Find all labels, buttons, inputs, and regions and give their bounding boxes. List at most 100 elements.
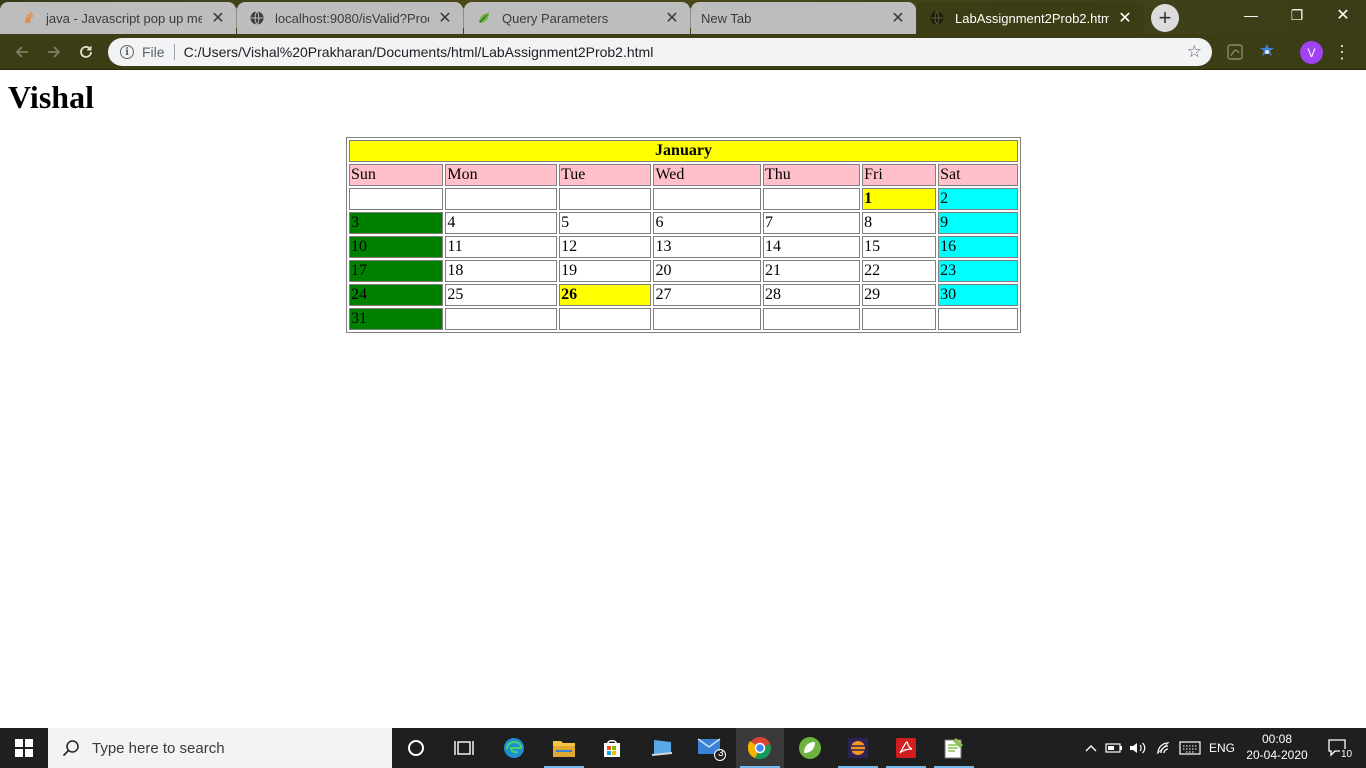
reload-button[interactable]: [72, 38, 100, 66]
volume-icon[interactable]: [1128, 728, 1148, 768]
calendar-day-cell: 13: [653, 236, 761, 258]
calendar-empty-cell: [445, 308, 558, 330]
chrome-icon[interactable]: [736, 728, 784, 768]
calendar-week-row: 24 25 26 27 28 29 30: [349, 284, 1018, 306]
windows-logo-icon: [15, 739, 33, 757]
calendar-day-cell: 24: [349, 284, 444, 306]
page-viewport: Vishal January Sun Mon Tue Wed Thu Fri Sat 123…: [0, 71, 1366, 728]
store-icon[interactable]: [588, 728, 636, 768]
weekday-header-sun: Sun: [349, 164, 444, 186]
calendar-day-cell: 3: [349, 212, 444, 234]
battery-icon[interactable]: [1104, 728, 1124, 768]
close-icon[interactable]: ✕: [664, 10, 680, 27]
tray-overflow-icon[interactable]: [1082, 728, 1100, 768]
tab-query-parameters[interactable]: Query Parameters ✕: [464, 2, 690, 34]
arrow-left-icon: [15, 46, 28, 58]
calendar-day-cell: 27: [653, 284, 761, 306]
calendar-week-row: 17 18 19 20 21 22 23: [349, 260, 1018, 282]
notifications-button[interactable]: 10: [1318, 728, 1358, 768]
tab-title: Query Parameters: [502, 10, 609, 26]
calendar-week-row: 3456789: [349, 212, 1018, 234]
calendar-day-cell: 8: [862, 212, 937, 234]
calendar-day-cell: 29: [862, 284, 937, 306]
restore-button[interactable]: ❐: [1274, 0, 1320, 30]
close-window-button[interactable]: ✕: [1320, 0, 1366, 30]
extension-puzzle-icon[interactable]: [1257, 42, 1277, 62]
task-view-icon[interactable]: [440, 728, 488, 768]
mail-badge: 3: [718, 748, 724, 759]
close-icon[interactable]: ✕: [890, 10, 906, 27]
close-icon[interactable]: ✕: [210, 10, 226, 27]
calendar-day-cell: 10: [349, 236, 444, 258]
calendar-day-cell: 14: [762, 236, 861, 258]
calendar-day-cell: 7: [762, 212, 861, 234]
bookmark-star-icon[interactable]: ☆: [1187, 42, 1202, 62]
calendar-day-cell: 9: [938, 212, 1018, 234]
keyboard-icon[interactable]: [1178, 728, 1202, 768]
calendar-day-cell: 11: [445, 236, 558, 258]
calendar-day-cell: 16: [938, 236, 1018, 258]
clock-time: 00:08: [1261, 732, 1293, 746]
weekday-header-mon: Mon: [445, 164, 558, 186]
calendar-month: January: [349, 140, 1018, 162]
tab-strip: java - Javascript pop up messa ✕ localho…: [0, 0, 1366, 34]
calendar-day-cell: 12: [559, 236, 652, 258]
tab-title: localhost:9080/isValid?Product: [275, 10, 429, 26]
weekday-header-sat: Sat: [938, 164, 1018, 186]
calendar-day-cell: 1: [862, 188, 937, 210]
cortana-icon[interactable]: [392, 728, 440, 768]
system-clock[interactable]: 00:08 20-04-2020: [1238, 731, 1316, 765]
calendar-day-cell: 31: [349, 308, 444, 330]
calendar-day-cell: 20: [653, 260, 761, 282]
forward-button[interactable]: [40, 38, 68, 66]
calendar-day-cell: 15: [862, 236, 937, 258]
language-indicator[interactable]: ENG: [1206, 728, 1238, 768]
calendar-day-cell: 30: [938, 284, 1018, 306]
file-explorer-icon[interactable]: [540, 728, 588, 768]
tab-lab-assignment[interactable]: LabAssignment2Prob2.html ✕: [917, 2, 1143, 34]
eclipse-icon[interactable]: [834, 728, 882, 768]
back-button[interactable]: [8, 38, 36, 66]
tab-stackoverflow[interactable]: java - Javascript pop up messa ✕: [0, 2, 236, 34]
omnibox-divider: [173, 44, 175, 60]
taskbar-search[interactable]: Type here to search: [48, 728, 392, 768]
notification-count: 10: [1340, 749, 1354, 760]
reload-icon: [80, 46, 92, 58]
spring-leaf-icon: [476, 10, 492, 26]
menu-kebab-icon[interactable]: ⋮: [1333, 40, 1351, 64]
search-placeholder: Type here to search: [92, 739, 225, 757]
windows-taskbar: Type here to search 3 ENG 00:08 20-04-20…: [0, 728, 1366, 768]
calendar-table: January Sun Mon Tue Wed Thu Fri Sat 1234567891…: [346, 137, 1021, 333]
info-icon[interactable]: i: [120, 45, 134, 59]
profile-avatar[interactable]: V: [1300, 41, 1323, 64]
calendar-empty-cell: [862, 308, 937, 330]
spring-tool-icon[interactable]: [786, 728, 834, 768]
address-bar[interactable]: i File C:/Users/Vishal%20Prakharan/Docum…: [108, 38, 1212, 66]
acrobat-icon[interactable]: [882, 728, 930, 768]
calendar-empty-cell: [653, 188, 761, 210]
clock-date: 20-04-2020: [1246, 748, 1308, 762]
calendar-empty-cell: [349, 188, 444, 210]
calendar-empty-cell: [762, 188, 861, 210]
calendar-day-cell: 17: [349, 260, 444, 282]
this-pc-icon[interactable]: [638, 728, 686, 768]
edge-icon[interactable]: [490, 728, 538, 768]
weekday-header-row: Sun Mon Tue Wed Thu Fri Sat: [349, 164, 1018, 186]
mail-icon[interactable]: 3: [688, 728, 736, 768]
calendar-week-row: 12: [349, 188, 1018, 210]
notepad-plus-icon[interactable]: [930, 728, 978, 768]
new-tab-button[interactable]: +: [1151, 4, 1179, 32]
calendar-empty-cell: [445, 188, 558, 210]
pdf-extension-icon[interactable]: [1225, 42, 1245, 62]
close-icon[interactable]: ✕: [437, 10, 453, 27]
page-title: Vishal: [8, 79, 94, 115]
tab-new-tab[interactable]: New Tab ✕: [691, 2, 916, 34]
tab-localhost[interactable]: localhost:9080/isValid?Product ✕: [237, 2, 463, 34]
calendar-day-cell: 18: [445, 260, 558, 282]
minimize-button[interactable]: —: [1228, 0, 1274, 30]
start-button[interactable]: [0, 728, 48, 768]
calendar-day-cell: 4: [445, 212, 558, 234]
url-text[interactable]: C:/Users/Vishal%20Prakharan/Documents/ht…: [184, 44, 1187, 60]
close-icon[interactable]: ✕: [1117, 10, 1133, 27]
wifi-icon[interactable]: [1154, 728, 1174, 768]
